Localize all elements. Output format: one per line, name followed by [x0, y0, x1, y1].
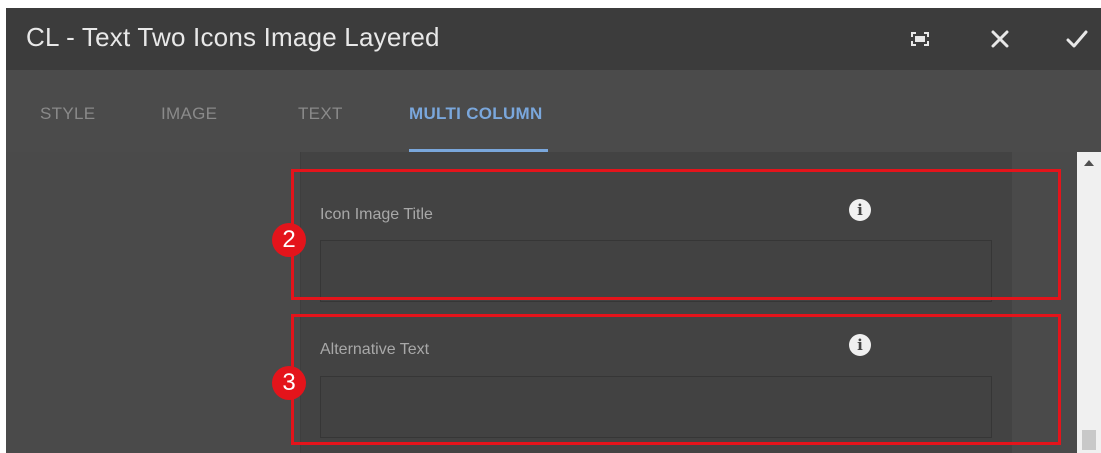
fullscreen-icon[interactable]	[905, 24, 935, 54]
scroll-thumb[interactable]	[1082, 430, 1096, 450]
right-panel	[1012, 152, 1077, 453]
tab-bar: STYLE IMAGE TEXT MULTI COLUMN	[6, 70, 1101, 152]
alternative-text-label: Alternative Text	[320, 341, 430, 358]
info-icon[interactable]: i	[849, 334, 871, 356]
dialog-content: Icon Image Title i Alternative Text i	[6, 152, 1101, 453]
step-marker: 2	[272, 223, 306, 257]
left-panel	[6, 152, 294, 453]
checkmark-icon[interactable]	[1062, 24, 1092, 54]
vertical-scrollbar[interactable]	[1077, 152, 1101, 453]
alternative-text-input[interactable]	[320, 376, 992, 438]
scroll-up-arrow-icon[interactable]	[1084, 160, 1094, 166]
tab-multi-column[interactable]: MULTI COLUMN	[409, 104, 543, 124]
tab-image[interactable]: IMAGE	[161, 104, 217, 124]
dialog-title: CL - Text Two Icons Image Layered	[26, 22, 440, 52]
icon-image-title-label: Icon Image Title	[320, 206, 433, 223]
tab-style[interactable]: STYLE	[40, 104, 95, 124]
tab-text[interactable]: TEXT	[298, 104, 343, 124]
icon-image-title-input[interactable]	[320, 240, 992, 302]
dialog-window: CL - Text Two Icons Image Layered STYLE …	[6, 8, 1101, 453]
close-icon[interactable]	[985, 24, 1015, 54]
info-icon[interactable]: i	[849, 199, 871, 221]
dialog-titlebar: CL - Text Two Icons Image Layered	[6, 8, 1101, 70]
step-marker: 3	[272, 366, 306, 400]
